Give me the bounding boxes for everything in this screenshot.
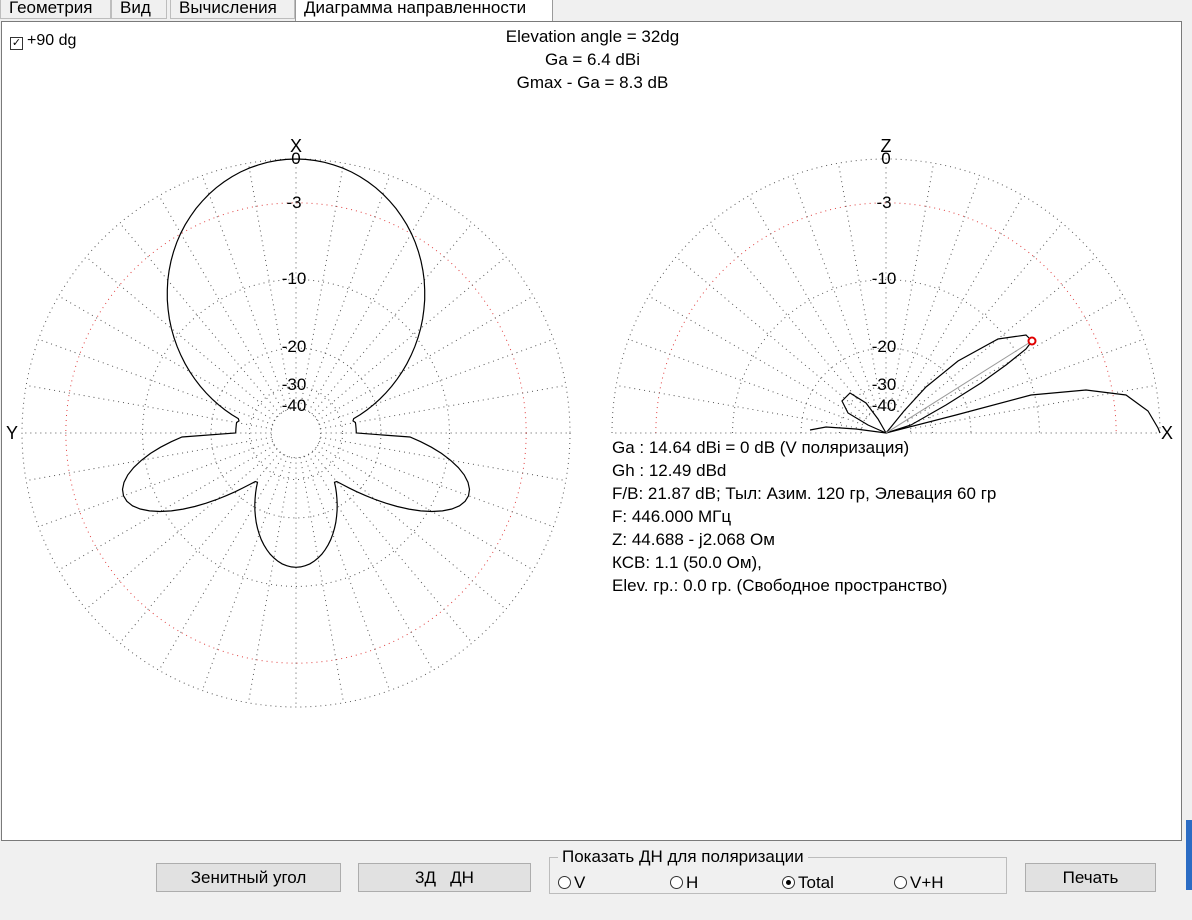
grid-spoke bbox=[158, 195, 285, 412]
azimuth-ring-label: -20 bbox=[282, 337, 307, 356]
radio-h[interactable]: H bbox=[670, 873, 698, 893]
grid-spoke bbox=[303, 175, 391, 410]
polarization-group: Показать ДН для поляризации V H Total V+… bbox=[549, 848, 1007, 894]
tab-geometry[interactable]: Геометрия bbox=[0, 0, 111, 19]
azimuth-ring-label: -3 bbox=[286, 193, 301, 212]
polarization-group-title: Показать ДН для поляризации bbox=[558, 848, 808, 866]
radio-v-plus-h[interactable]: V+H bbox=[894, 873, 944, 893]
radio-v[interactable]: V bbox=[558, 873, 585, 893]
grid-spoke bbox=[320, 436, 566, 482]
grid-spoke bbox=[317, 295, 534, 422]
grid-spoke bbox=[319, 440, 554, 528]
main-beam-line bbox=[885, 340, 1033, 434]
grid-spoke bbox=[38, 440, 273, 528]
grid-spoke bbox=[901, 222, 1063, 415]
grid-spoke bbox=[307, 195, 434, 412]
grid-spoke bbox=[709, 222, 871, 415]
grid-ring bbox=[210, 347, 382, 519]
radio-off-icon bbox=[894, 876, 907, 889]
grid-spoke bbox=[201, 456, 289, 691]
grid-spoke bbox=[675, 256, 868, 418]
3d-pattern-button[interactable]: 3Д ДН bbox=[358, 863, 531, 892]
grid-spoke bbox=[307, 454, 434, 671]
info-frequency: F: 446.000 МГц bbox=[612, 507, 732, 526]
grid-spoke bbox=[748, 195, 875, 412]
window-edge bbox=[1186, 820, 1192, 890]
grid-spoke bbox=[320, 384, 566, 430]
radiation-pattern-panel: ✓ +90 dg Elevation angle = 32dg Ga = 6.4 … bbox=[1, 21, 1182, 841]
grid-spoke bbox=[38, 338, 273, 426]
azimuth-ring-label: -30 bbox=[282, 375, 307, 394]
info-gain-gh: Gh : 12.49 dBd bbox=[612, 461, 727, 480]
radio-v-label: V bbox=[574, 873, 586, 892]
grid-spoke bbox=[311, 451, 473, 644]
info-ground: Elev. гр.: 0.0 гр. (Свободное пространст… bbox=[612, 576, 948, 595]
grid-spoke bbox=[314, 256, 507, 418]
grid-spoke bbox=[319, 338, 554, 426]
grid-spoke bbox=[648, 295, 865, 422]
grid-spoke bbox=[897, 195, 1024, 412]
elevation-ring-label: -10 bbox=[872, 269, 897, 288]
elevation-ring-label: -30 bbox=[872, 375, 897, 394]
main-beam-marker[interactable] bbox=[1027, 336, 1037, 346]
grid-spoke bbox=[616, 384, 862, 430]
grid-ring bbox=[21, 158, 571, 708]
grid-spoke bbox=[299, 163, 345, 409]
pattern-plots: X Y Z X 0 -3 -10 -20 -30 -40 0 -3 -10 -2… bbox=[6, 136, 1173, 708]
radio-off-icon bbox=[558, 876, 571, 889]
azimuth-ring-label: -40 bbox=[282, 396, 307, 415]
elevation-right-axis-label: X bbox=[1161, 423, 1173, 443]
tab-view[interactable]: Вид bbox=[111, 0, 167, 19]
azimuth-ring-label: -10 bbox=[282, 269, 307, 288]
grid-spoke bbox=[58, 444, 275, 571]
grid-spoke bbox=[317, 444, 534, 571]
radio-h-label: H bbox=[686, 873, 699, 892]
azimuth-grid bbox=[21, 158, 571, 708]
grid-spoke bbox=[314, 448, 507, 610]
grid-spoke bbox=[904, 256, 1097, 418]
info-front-back: F/B: 21.87 dB; Тыл: Азим. 120 гр, Элевац… bbox=[612, 484, 997, 503]
grid-spoke bbox=[26, 436, 272, 482]
tab-radiation-pattern[interactable]: Диаграмма направленности bbox=[295, 0, 553, 22]
radio-total-label: Total bbox=[798, 873, 834, 892]
tab-bar: Геометрия Вид Вычисления Диаграмма напра… bbox=[0, 0, 1192, 22]
grid-spoke bbox=[893, 175, 981, 410]
grid-spoke bbox=[907, 295, 1124, 422]
grid-spoke bbox=[26, 384, 272, 430]
grid-spoke bbox=[58, 295, 275, 422]
grid-spoke bbox=[158, 454, 285, 671]
info-impedance: Z: 44.688 - j2.068 Ом bbox=[612, 530, 775, 549]
grid-spoke bbox=[85, 256, 278, 418]
grid-spoke bbox=[889, 163, 935, 409]
elevation-pattern-curve bbox=[809, 334, 1161, 434]
zenith-angle-button[interactable]: Зенитный угол bbox=[156, 863, 341, 892]
grid-spoke bbox=[85, 448, 278, 610]
grid-spoke bbox=[119, 451, 281, 644]
grid-spoke bbox=[303, 456, 391, 691]
radio-on-icon bbox=[782, 876, 795, 889]
grid-spoke bbox=[628, 338, 863, 426]
elevation-ring-label: 0 bbox=[881, 149, 890, 168]
radio-off-icon bbox=[670, 876, 683, 889]
info-gain-ga: Ga : 14.64 dBi = 0 dB (V поляризация) bbox=[612, 438, 910, 457]
elevation-ring-label: -40 bbox=[872, 396, 897, 415]
grid-ring bbox=[270, 407, 322, 459]
print-button[interactable]: Печать bbox=[1025, 863, 1156, 892]
grid-spoke bbox=[909, 338, 1144, 426]
elevation-ring-label: -3 bbox=[876, 193, 891, 212]
grid-ring bbox=[142, 279, 450, 587]
azimuth-left-axis-label: Y bbox=[6, 423, 18, 443]
info-swr: КСВ: 1.1 (50.0 Ом), bbox=[612, 553, 762, 572]
grid-spoke bbox=[910, 384, 1156, 430]
radio-v-plus-h-label: V+H bbox=[910, 873, 944, 892]
azimuth-ring-label: 0 bbox=[291, 149, 300, 168]
elevation-ring-label: -20 bbox=[872, 337, 897, 356]
grid-spoke bbox=[201, 175, 289, 410]
radio-total[interactable]: Total bbox=[782, 873, 834, 893]
tab-calculations[interactable]: Вычисления bbox=[170, 0, 295, 19]
grid-spoke bbox=[791, 175, 879, 410]
